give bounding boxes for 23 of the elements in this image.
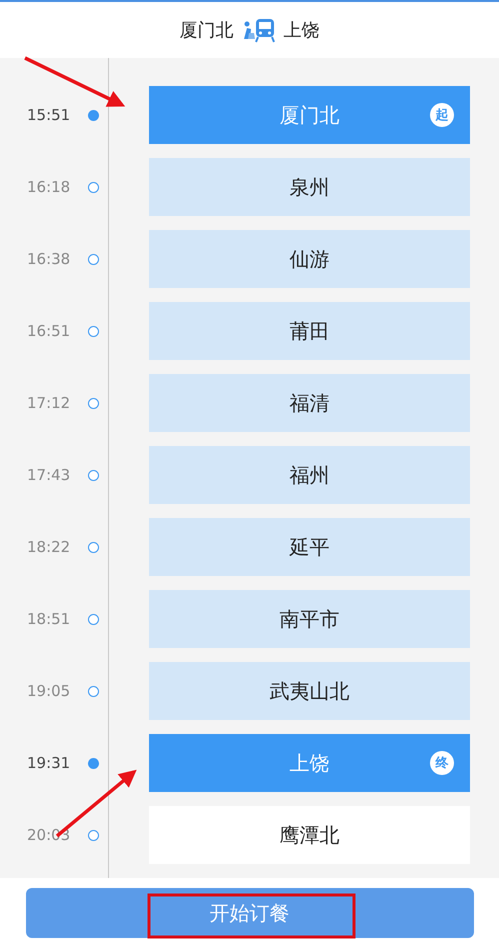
- station-card[interactable]: 武夷山北: [149, 662, 470, 720]
- origin-station: 厦门北: [180, 19, 234, 42]
- arrival-time: 17:43: [26, 466, 72, 484]
- arrival-time: 18:22: [26, 538, 72, 556]
- station-card[interactable]: 福清: [149, 374, 470, 432]
- station-card[interactable]: 南平市: [149, 590, 470, 648]
- station-card[interactable]: 福州: [149, 446, 470, 504]
- station-card[interactable]: 泉州: [149, 158, 470, 216]
- arrival-time: 16:18: [26, 178, 72, 196]
- station-card[interactable]: 仙游: [149, 230, 470, 288]
- station-card[interactable]: 莆田: [149, 302, 470, 360]
- arrival-time: 16:38: [26, 250, 72, 268]
- arrival-time: 17:12: [26, 394, 72, 412]
- badge: 起: [430, 103, 454, 127]
- badge: 终: [430, 751, 454, 775]
- arrival-time: 19:31: [26, 754, 72, 772]
- station-card[interactable]: 延平: [149, 518, 470, 576]
- arrival-time: 15:51: [26, 106, 72, 124]
- destination-station: 上饶: [284, 19, 320, 42]
- arrival-time: 16:51: [26, 322, 72, 340]
- station-card[interactable]: 鹰潭北: [149, 806, 470, 864]
- arrival-time: 19:05: [26, 682, 72, 700]
- arrival-time: 18:51: [26, 610, 72, 628]
